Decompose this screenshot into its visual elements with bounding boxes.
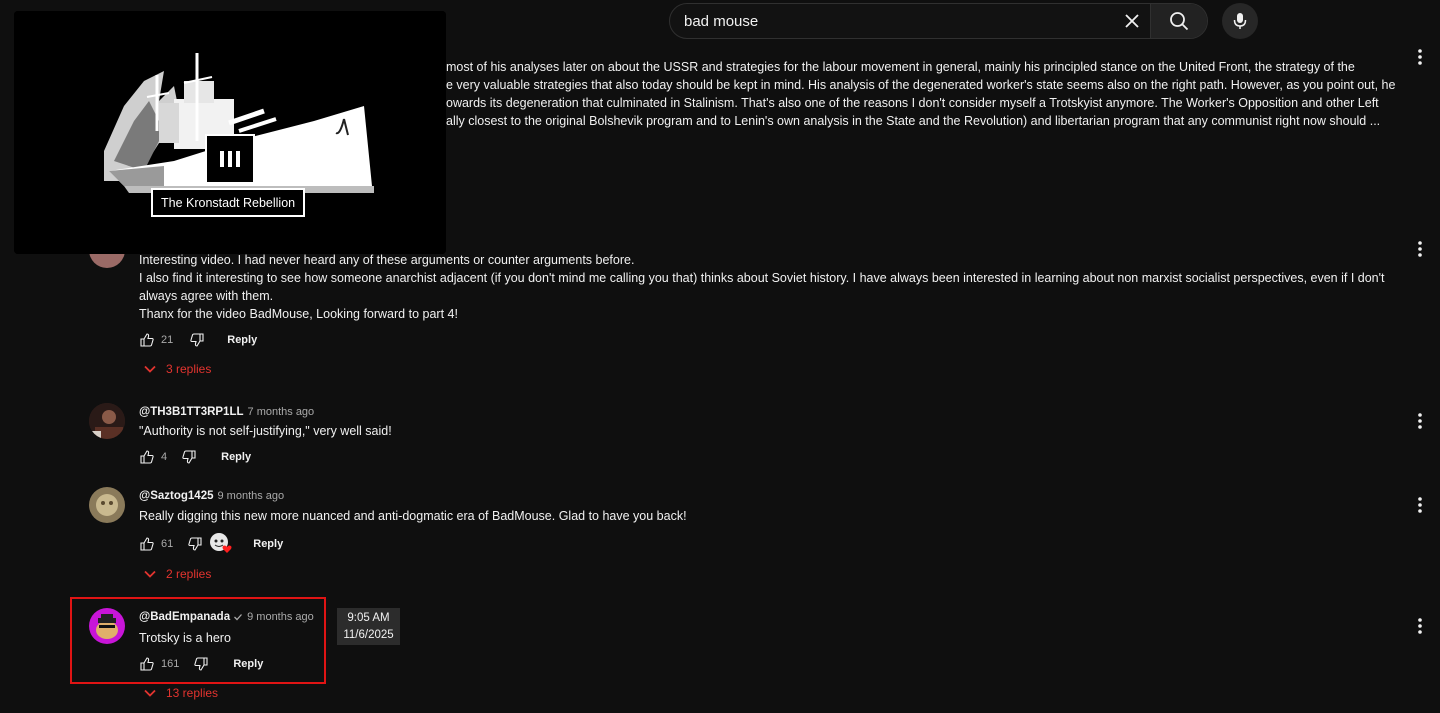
creator-heart (209, 532, 233, 556)
comment-line: I also find it interesting to see how so… (139, 271, 1385, 285)
search-icon (1170, 12, 1189, 31)
avatar-image (89, 487, 125, 523)
heart-icon (222, 545, 232, 553)
comment-line: always agree with them. (139, 289, 274, 303)
comment-header: @BadEmpanada 9 months ago (139, 610, 314, 624)
comment-author[interactable]: @TH3B1TT3RP1LL (139, 406, 244, 418)
reply-button[interactable]: Reply (253, 538, 283, 550)
comment-menu-button[interactable] (1410, 616, 1430, 636)
avatar[interactable] (89, 487, 125, 523)
comment-menu-button[interactable] (1410, 239, 1430, 259)
comment-header: @Saztog1425 9 months ago (139, 488, 284, 502)
close-icon (1125, 14, 1139, 28)
comment-line: owards its degeneration that culminated … (446, 96, 1379, 110)
search-button[interactable] (1150, 4, 1207, 38)
like-icon[interactable] (139, 536, 155, 552)
comment-time[interactable]: 9 months ago (247, 610, 314, 624)
reply-button[interactable]: Reply (221, 451, 251, 463)
replies-count: 13 replies (166, 686, 219, 700)
dislike-icon[interactable] (189, 332, 205, 348)
comment-menu-button[interactable] (1410, 411, 1430, 431)
timestamp-tooltip: 9:05 AM 11/6/2025 (337, 608, 400, 645)
comment-actions: 161 Reply (139, 654, 263, 674)
reply-button[interactable]: Reply (227, 334, 257, 346)
comment-author[interactable]: @Saztog1425 (139, 490, 214, 502)
voice-search-button[interactable] (1222, 3, 1258, 39)
video-frame (14, 11, 446, 254)
replies-count: 3 replies (166, 362, 212, 376)
checkmark-icon (234, 614, 243, 621)
chevron-down-icon (144, 365, 156, 373)
avatar[interactable] (89, 608, 125, 644)
more-vert-icon (1418, 497, 1422, 513)
view-replies-button[interactable]: 2 replies (143, 567, 211, 581)
like-icon[interactable] (139, 656, 155, 672)
pause-icon[interactable] (220, 151, 240, 167)
more-vert-icon (1418, 49, 1422, 65)
comment-line: ally closest to the original Bolshevik p… (446, 114, 1381, 128)
comment-time[interactable]: 7 months ago (248, 406, 315, 418)
search-bar (669, 3, 1208, 39)
like-count: 161 (161, 658, 180, 670)
more-vert-icon (1418, 413, 1422, 429)
comment-header: @TH3B1TT3RP1LL 7 months ago (139, 404, 314, 418)
comment-time[interactable]: 9 months ago (218, 490, 285, 502)
video-caption: The Kronstadt Rebellion (151, 188, 306, 217)
comment-body: Interesting video. I had never heard any… (139, 251, 1401, 323)
view-replies-button[interactable]: 13 replies (143, 686, 218, 700)
chevron-down-icon (144, 570, 156, 578)
comment-text: "Authority is not self-justifying," very… (139, 424, 392, 438)
more-vert-icon (1418, 618, 1422, 634)
comment-text: Really digging this new more nuanced and… (139, 509, 687, 523)
comment-menu-button[interactable] (1410, 47, 1430, 67)
tooltip-time: 9:05 AM (347, 612, 390, 624)
like-icon[interactable] (139, 449, 155, 465)
clear-search-button[interactable] (1114, 4, 1150, 38)
comment-line: most of his analyses later on about the … (446, 60, 1355, 74)
comment-menu-button[interactable] (1410, 495, 1430, 515)
dislike-icon[interactable] (187, 536, 203, 552)
comment-line: Thanx for the video BadMouse, Looking fo… (139, 307, 458, 321)
like-count: 4 (161, 451, 168, 463)
like-count: 21 (161, 334, 174, 346)
avatar-image (89, 608, 125, 644)
dislike-icon[interactable] (193, 656, 209, 672)
search-input[interactable] (670, 3, 1114, 39)
mic-icon (1233, 13, 1247, 29)
replies-count: 2 replies (166, 567, 212, 581)
comment-actions: 61 Reply (139, 532, 283, 556)
tooltip-date: 11/6/2025 (343, 629, 394, 641)
dislike-icon[interactable] (181, 449, 197, 465)
miniplayer[interactable]: The Kronstadt Rebellion (14, 11, 446, 254)
avatar-image (89, 403, 125, 439)
chevron-down-icon (144, 689, 156, 697)
reply-button[interactable]: Reply (233, 658, 263, 670)
like-count: 61 (161, 538, 174, 550)
comment-line: e very valuable strategies that also tod… (446, 78, 1396, 92)
comment-body: most of his analyses later on about the … (446, 58, 1406, 130)
comment-actions: 21 Reply (139, 330, 257, 350)
view-replies-button[interactable]: 3 replies (143, 362, 211, 376)
comment-author[interactable]: @BadEmpanada (139, 610, 230, 624)
comment-actions: 4 Reply (139, 447, 251, 467)
comment-text: Trotsky is a hero (139, 631, 231, 645)
more-vert-icon (1418, 241, 1422, 257)
avatar[interactable] (89, 403, 125, 439)
like-icon[interactable] (139, 332, 155, 348)
